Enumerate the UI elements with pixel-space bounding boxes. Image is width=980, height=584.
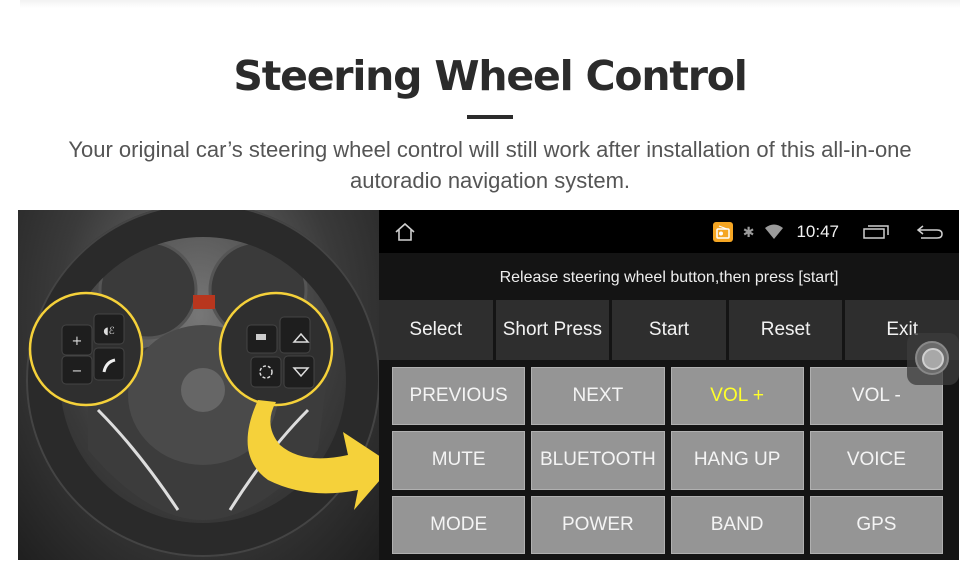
select-button[interactable]: Select xyxy=(379,300,493,360)
wheel-logo xyxy=(181,368,225,412)
key-hang-up[interactable]: HANG UP xyxy=(670,431,804,490)
key-previous[interactable]: PREVIOUS xyxy=(392,367,526,426)
recent-apps-icon[interactable] xyxy=(863,224,889,240)
assistive-dot-icon xyxy=(922,348,944,370)
warning-light xyxy=(193,295,215,309)
key-power[interactable]: POWER xyxy=(531,495,665,554)
key-next[interactable]: NEXT xyxy=(531,367,665,426)
wifi-icon xyxy=(765,224,784,239)
key-band[interactable]: BAND xyxy=(670,495,804,554)
reset-button[interactable]: Reset xyxy=(728,300,843,360)
svg-text:◖ℰ: ◖ℰ xyxy=(103,326,114,337)
home-icon[interactable] xyxy=(393,220,417,244)
key-gps[interactable]: GPS xyxy=(809,495,943,554)
short-press-button[interactable]: Short Press xyxy=(495,300,610,360)
svg-text:−: − xyxy=(72,364,83,379)
mode-tabs: Select Short Press Start Reset Exit xyxy=(379,300,959,360)
key-mute[interactable]: MUTE xyxy=(392,431,526,490)
status-clock: 10:47 xyxy=(796,222,839,241)
instruction-text: Release steering wheel button,then press… xyxy=(499,269,839,286)
title-underline xyxy=(467,115,513,119)
radio-icon xyxy=(712,222,733,242)
steering-wheel-photo: + − ◖ℰ xyxy=(18,210,380,560)
page-subtitle: Your original car’s steering wheel contr… xyxy=(68,137,912,193)
floating-assistive-button[interactable] xyxy=(907,333,959,385)
bluetooth-icon: ✱ xyxy=(742,223,755,240)
start-button[interactable]: Start xyxy=(612,300,726,360)
function-key-grid: PREVIOUS NEXT VOL + VOL - MUTE BLUETOOTH… xyxy=(392,367,943,554)
svg-text:+: + xyxy=(72,334,83,349)
top-divider xyxy=(20,0,960,8)
left-control-cluster: + − ◖ℰ xyxy=(28,291,144,407)
key-voice[interactable]: VOICE xyxy=(809,431,943,490)
status-bar: ✱ 10:47 xyxy=(379,210,959,253)
page-title: Steering Wheel Control xyxy=(233,52,747,100)
head-unit-screen: ✱ 10:47 Release steering wheel button,th… xyxy=(379,210,959,560)
key-mode[interactable]: MODE xyxy=(392,495,526,554)
right-control-cluster xyxy=(218,291,334,407)
key-vol-up[interactable]: VOL + xyxy=(670,367,804,426)
back-icon[interactable] xyxy=(915,224,945,240)
key-bluetooth[interactable]: BLUETOOTH xyxy=(531,431,665,490)
